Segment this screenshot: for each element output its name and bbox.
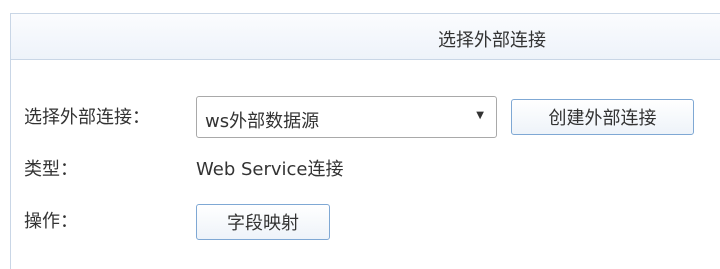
chevron-down-icon: ▼ (476, 110, 484, 121)
type-label: 类型： (24, 159, 78, 180)
external-connection-select[interactable]: ws外部数据源 ▼ (196, 96, 497, 138)
field-mapping-button[interactable]: 字段映射 (196, 204, 330, 240)
create-external-connection-button[interactable]: 创建外部连接 (511, 99, 694, 135)
operation-label: 操作： (24, 211, 78, 232)
external-connection-select-value: ws外部数据源 (205, 111, 320, 132)
panel-header: 选择外部连接 (11, 14, 720, 60)
panel-title: 选择外部连接 (438, 30, 546, 51)
connection-label: 选择外部连接： (24, 107, 150, 128)
external-connection-panel: 选择外部连接 选择外部连接： ws外部数据源 ▼ 创建外部连接 类型： Web … (10, 13, 720, 269)
type-value: Web Service连接 (196, 159, 344, 180)
